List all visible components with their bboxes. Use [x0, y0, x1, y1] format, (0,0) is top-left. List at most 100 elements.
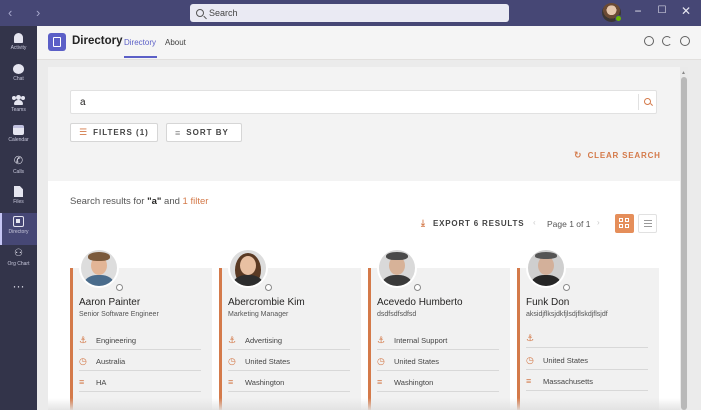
person-name[interactable]: Aaron Painter [79, 297, 140, 308]
person-title: Senior Software Engineer [79, 311, 159, 318]
clock-icon: ◷ [377, 356, 385, 366]
export-results-button[interactable]: ⤓ EXPORT 6 RESULTS [421, 218, 524, 229]
tab-about[interactable]: About [165, 38, 186, 47]
rail-more-apps[interactable]: ··· [0, 277, 37, 293]
refresh-icon: ↻ [574, 150, 582, 160]
location-row: ◷ United States [526, 355, 588, 366]
sort-icon: ≡ [175, 127, 181, 138]
avatar [377, 248, 417, 288]
bottom-fade [48, 398, 680, 410]
person-name[interactable]: Abercrombie Kim [228, 297, 305, 308]
anchor-icon: ⚓ [377, 335, 386, 345]
clear-search-label: CLEAR SEARCH [587, 151, 661, 160]
phone-icon: ✆ [13, 155, 24, 167]
global-search-input[interactable]: Search [190, 4, 509, 22]
history-arrows[interactable]: ‹ › [8, 5, 50, 20]
refresh-icon[interactable] [662, 36, 672, 46]
rail-item-calls[interactable]: ✆ Calls [0, 153, 37, 183]
divider [526, 369, 648, 370]
location-row: ◷ United States [228, 356, 290, 367]
clear-search-button[interactable]: ↻ CLEAR SEARCH [574, 150, 661, 161]
export-label: EXPORT 6 RESULTS [433, 219, 525, 228]
filters-label: FILTERS (1) [93, 128, 149, 137]
divider [377, 349, 499, 350]
divider [79, 391, 201, 392]
filters-button[interactable]: ☰ FILTERS (1) [70, 123, 158, 142]
app-title: Directory [72, 35, 123, 47]
grid-view-button[interactable] [615, 214, 634, 233]
global-search-placeholder: Search [209, 8, 238, 18]
bell-icon [14, 33, 23, 43]
location-value: United States [543, 356, 589, 365]
clock-icon: ◷ [526, 355, 534, 365]
close-button[interactable]: ✕ [678, 4, 694, 18]
page-info: Page 1 of 1 [547, 219, 591, 229]
rail-item-label: Calls [12, 169, 25, 175]
search-divider [638, 94, 639, 110]
avatar [228, 248, 268, 288]
divider [228, 349, 350, 350]
prev-page-icon[interactable]: ‹ [533, 218, 536, 227]
location-value: United States [245, 357, 291, 366]
presence-unknown-icon [414, 284, 421, 291]
scroll-up-icon[interactable]: ▲ [681, 70, 686, 76]
state-value: Washington [245, 378, 285, 387]
state-row: ≡ Washington [228, 377, 284, 387]
rail-item-files[interactable]: Files [0, 184, 37, 214]
lines-icon: ≡ [526, 376, 532, 386]
directory-icon [13, 216, 24, 227]
rail-item-org-chart[interactable]: ⚇ Org Chart [0, 245, 37, 275]
search-icon[interactable] [644, 98, 651, 105]
sort-by-button[interactable]: ≡ SORT BY [166, 123, 242, 142]
person-name[interactable]: Acevedo Humberto [377, 297, 463, 308]
results-middle: and [161, 196, 183, 207]
app-rail: Activity Chat Teams Calendar ✆ Calls Fil… [0, 26, 37, 410]
rail-item-teams[interactable]: Teams [0, 92, 37, 122]
state-row: ≡ Massachusetts [526, 376, 593, 386]
maximize-button[interactable]: ☐ [654, 5, 670, 16]
divider [377, 391, 499, 392]
divider [228, 391, 350, 392]
directory-search-input[interactable]: a [70, 90, 657, 114]
globe-icon[interactable] [680, 36, 690, 46]
lines-icon: ≡ [228, 377, 234, 387]
rail-item-label: Calendar [8, 137, 29, 143]
rail-item-calendar[interactable]: Calendar [0, 122, 37, 152]
state-value: HA [96, 378, 107, 387]
presence-unknown-icon [116, 284, 123, 291]
divider [79, 349, 201, 350]
rail-item-label: Teams [11, 107, 26, 113]
avatar [526, 248, 566, 288]
person-name[interactable]: Funk Don [526, 297, 569, 308]
scrollbar-thumb[interactable] [681, 77, 687, 410]
rail-item-directory[interactable]: Directory [0, 213, 37, 245]
popout-icon[interactable] [644, 36, 654, 46]
presence-unknown-icon [265, 284, 272, 291]
filter-link[interactable]: 1 filter [183, 196, 209, 207]
rail-item-activity[interactable]: Activity [0, 30, 37, 60]
person-title: aksidjflksjdkfjlsdjflskdjflsjdf [526, 311, 608, 318]
next-page-icon[interactable]: › [597, 218, 600, 227]
calendar-icon [13, 125, 24, 135]
state-row: ≡ Washington [377, 377, 433, 387]
divider [377, 370, 499, 371]
tab-directory[interactable]: Directory [124, 38, 156, 47]
list-view-button[interactable] [638, 214, 657, 233]
chat-icon [13, 64, 24, 74]
divider [526, 347, 648, 348]
location-value: United States [394, 357, 440, 366]
divider [526, 390, 648, 391]
rail-item-label: Directory [8, 229, 29, 235]
rail-item-label: Chat [13, 76, 24, 82]
results-prefix: Search results for [70, 196, 148, 207]
rail-item-chat[interactable]: Chat [0, 61, 37, 91]
department-value: Internal Support [394, 336, 448, 345]
department-row: ⚓ [526, 333, 543, 344]
list-icon [644, 220, 652, 221]
minimize-button[interactable]: − [630, 4, 646, 18]
app-header: Directory Directory About [37, 26, 701, 60]
download-icon: ⤓ [421, 218, 425, 228]
clock-icon: ◷ [228, 356, 236, 366]
state-row: ≡ HA [79, 377, 106, 387]
anchor-icon: ⚓ [228, 335, 237, 345]
